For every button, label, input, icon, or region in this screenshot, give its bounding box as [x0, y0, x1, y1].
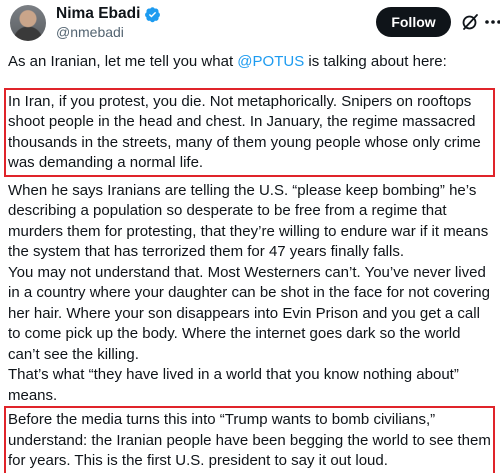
more-dots-icon[interactable] — [483, 12, 500, 32]
avatar[interactable] — [10, 5, 46, 41]
highlighted-paragraph-5: Before the media turns this into “Trump … — [4, 406, 495, 473]
tweet-body: As an Iranian, let me tell you what @POT… — [4, 52, 495, 473]
author-display-name[interactable]: Nima Ebadi — [56, 5, 140, 23]
author-handle[interactable]: @nmebadi — [56, 24, 124, 40]
tweet-paragraph-3: You may not understand that. Most Wester… — [8, 263, 490, 363]
lead-suffix: is talking about here: — [304, 53, 447, 70]
author-name-line: Nima Ebadi — [56, 5, 161, 23]
lead-prefix: As an Iranian, let me tell you what — [8, 53, 238, 70]
verified-badge-icon — [144, 6, 161, 23]
tweet-paragraph-2: When he says Iranians are telling the U.… — [8, 181, 489, 261]
potus-mention-link[interactable]: @POTUS — [237, 53, 304, 70]
tweet-paragraph-4: That’s what “they have lived in a world … — [8, 366, 459, 404]
grok-slash-icon[interactable] — [460, 12, 480, 32]
highlighted-paragraph-1: In Iran, if you protest, you die. Not me… — [4, 87, 495, 177]
tweet-lead: As an Iranian, let me tell you what @POT… — [8, 52, 494, 73]
tweet-header: Nima Ebadi @nmebadi Follow — [8, 2, 500, 42]
follow-button[interactable]: Follow — [376, 7, 451, 37]
